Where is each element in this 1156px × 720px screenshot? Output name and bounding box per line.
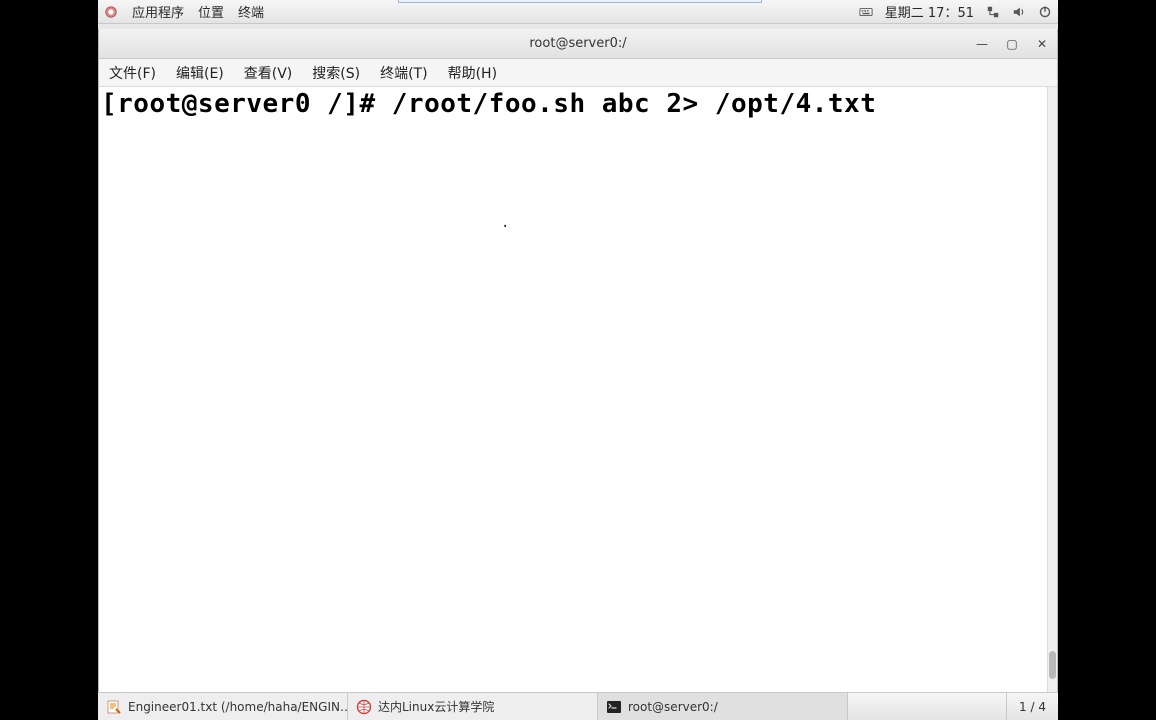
menu-file[interactable]: 文件(F) — [105, 61, 160, 85]
workspace-label: 1 / 4 — [1019, 700, 1046, 714]
taskbar: Engineer01.txt (/home/haha/ENGIN… 达内Linu… — [98, 692, 1058, 720]
taskbar-item-label: Engineer01.txt (/home/haha/ENGIN… — [128, 700, 348, 714]
close-button[interactable]: ✕ — [1031, 34, 1053, 54]
taskbar-item-editor[interactable]: Engineer01.txt (/home/haha/ENGIN… — [98, 693, 348, 720]
activities-icon — [104, 5, 118, 19]
text-editor-icon — [106, 699, 122, 715]
panel-indicator — [398, 0, 762, 3]
maximize-button[interactable]: ▢ — [1001, 34, 1023, 54]
menu-search[interactable]: 搜索(S) — [308, 61, 364, 85]
taskbar-item-label: 达内Linux云计算学院 — [378, 698, 494, 715]
menu-terminal-shortcut[interactable]: 终端 — [238, 2, 264, 21]
workspace-indicator[interactable]: 1 / 4 — [1006, 693, 1058, 720]
keyboard-icon[interactable] — [859, 5, 873, 19]
top-panel: 应用程序 位置 终端 星期二 17：51 — [98, 0, 1058, 24]
power-icon[interactable] — [1038, 5, 1052, 19]
terminal-window: root@server0:/ — ▢ ✕ 文件(F) 编辑(E) 查看(V) 搜… — [98, 29, 1058, 694]
taskbar-item-browser[interactable]: 达内Linux云计算学院 — [348, 693, 598, 720]
menu-terminal[interactable]: 终端(T) — [376, 61, 431, 85]
menu-applications[interactable]: 应用程序 — [132, 2, 184, 21]
window-titlebar[interactable]: root@server0:/ — ▢ ✕ — [99, 29, 1057, 59]
panel-datetime[interactable]: 星期二 17：51 — [885, 2, 974, 21]
terminal-line: [root@server0 /]# /root/foo.sh abc 2> /o… — [99, 87, 1057, 119]
scrollbar-thumb[interactable] — [1049, 651, 1056, 679]
menu-places[interactable]: 位置 — [198, 2, 224, 21]
terminal-menubar: 文件(F) 编辑(E) 查看(V) 搜索(S) 终端(T) 帮助(H) — [99, 59, 1057, 87]
minimize-button[interactable]: — — [971, 34, 993, 54]
desktop-screen: 应用程序 位置 终端 星期二 17：51 root@server0:/ — [98, 0, 1058, 720]
menu-help[interactable]: 帮助(H) — [444, 61, 501, 85]
terminal-icon — [606, 699, 622, 715]
scrollbar[interactable] — [1047, 87, 1057, 693]
taskbar-item-label: root@server0:/ — [628, 700, 718, 714]
web-icon — [356, 699, 372, 715]
cursor-artifact: . — [501, 215, 509, 231]
window-title: root@server0:/ — [529, 36, 626, 51]
menu-edit[interactable]: 编辑(E) — [172, 61, 228, 85]
taskbar-item-terminal[interactable]: root@server0:/ — [598, 693, 848, 720]
menu-view[interactable]: 查看(V) — [240, 61, 297, 85]
terminal-viewport[interactable]: [root@server0 /]# /root/foo.sh abc 2> /o… — [99, 87, 1057, 693]
volume-icon[interactable] — [1012, 5, 1026, 19]
network-icon[interactable] — [986, 5, 1000, 19]
